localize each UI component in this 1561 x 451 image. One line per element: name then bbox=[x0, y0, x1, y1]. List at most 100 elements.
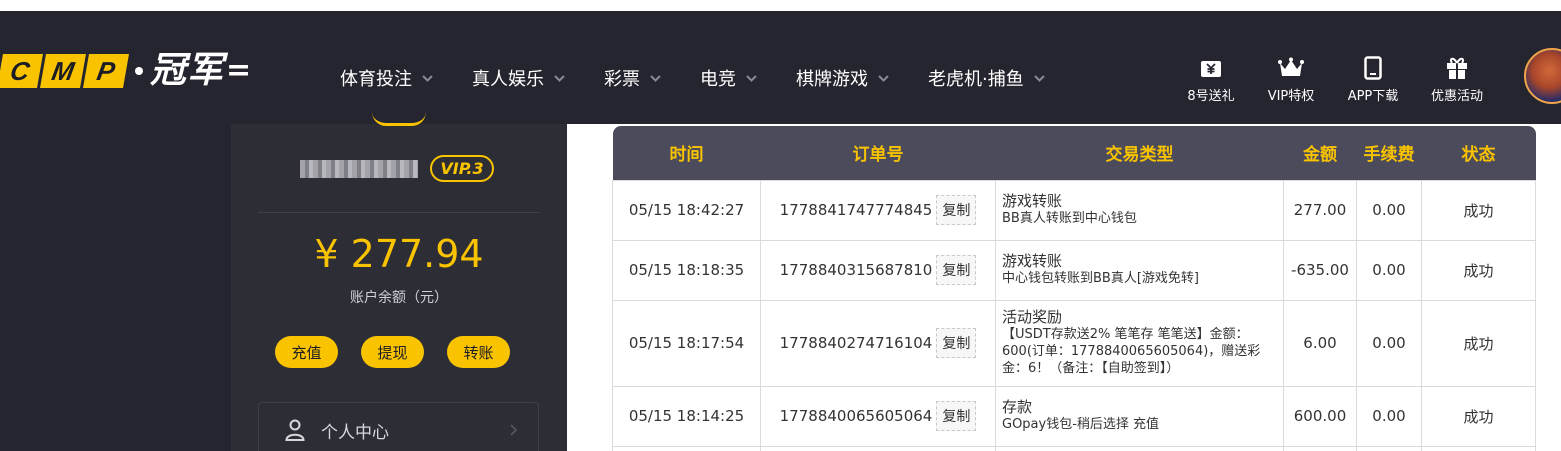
table-row: 05/15 18:18:35 1778840315687810 复制 游戏转账 中心… bbox=[612, 239, 1536, 301]
order-number: 1778840315687810 bbox=[779, 261, 933, 279]
menu-label: 体育投注 bbox=[340, 69, 412, 90]
logo-letter-c: C bbox=[0, 54, 43, 88]
sidebar-item-personal-center[interactable]: 个人中心 bbox=[258, 402, 539, 451]
top-navbar: C M P 冠军 = 体育投注 真人娱乐 彩票 电竞 棋牌游戏 老虎机·捕鱼 8… bbox=[0, 11, 1561, 124]
main-menu: 体育投注 真人娱乐 彩票 电竞 棋牌游戏 老虎机·捕鱼 bbox=[340, 65, 1084, 91]
column-header-status: 状态 bbox=[1421, 126, 1536, 180]
transaction-type: 活动奖励 bbox=[1002, 307, 1063, 326]
transaction-detail: 中心钱包转账到BB真人[游戏免转] bbox=[1002, 271, 1199, 287]
copy-button[interactable]: 复制 bbox=[936, 328, 977, 358]
tool-vip[interactable]: VIP特权 bbox=[1264, 55, 1318, 104]
menu-label: 真人娱乐 bbox=[472, 69, 544, 90]
user-avatar[interactable] bbox=[1524, 48, 1561, 104]
cell-empty bbox=[1356, 445, 1422, 451]
cell-amount: 277.00 bbox=[1283, 179, 1357, 241]
cell-empty bbox=[995, 445, 1284, 451]
tablet-icon bbox=[1364, 55, 1382, 81]
deposit-button[interactable]: 充值 bbox=[275, 336, 338, 368]
copy-button[interactable]: 复制 bbox=[936, 195, 977, 225]
cell-type: 存款 GOpay钱包-稍后选择 充值 bbox=[995, 385, 1284, 447]
menu-cards[interactable]: 棋牌游戏 bbox=[796, 65, 889, 91]
order-number: 1778841747774845 bbox=[779, 201, 933, 219]
chevron-right-icon bbox=[510, 421, 518, 441]
tool-promo[interactable]: 优惠活动 bbox=[1427, 55, 1487, 104]
order-number: 1778840274716104 bbox=[779, 334, 933, 352]
vip-badge: VIP.3 bbox=[430, 155, 494, 182]
transactions-table: 时间 订单号 交易类型 金额 手续费 状态 05/15 18:42:27 177… bbox=[612, 126, 1536, 451]
cell-order: 1778840274716104 复制 bbox=[760, 299, 996, 387]
menu-lottery[interactable]: 彩票 bbox=[604, 65, 661, 91]
cell-type: 活动奖励 【USDT存款送2% 笔笔存 笔笔送】金额：600(订单：1778840… bbox=[995, 299, 1284, 387]
copy-button[interactable]: 复制 bbox=[936, 255, 977, 285]
cell-status: 成功 bbox=[1421, 385, 1536, 447]
menu-label: 彩票 bbox=[604, 69, 640, 90]
cell-fee: 0.00 bbox=[1356, 179, 1422, 241]
chevron-down-icon bbox=[554, 74, 565, 82]
transaction-detail: BB真人转账到中心钱包 bbox=[1002, 211, 1137, 227]
table-header-row: 时间 订单号 交易类型 金额 手续费 状态 bbox=[612, 126, 1536, 180]
logo-letter-m: M bbox=[40, 54, 86, 88]
cell-empty bbox=[1421, 445, 1536, 451]
transfer-button[interactable]: 转账 bbox=[447, 336, 510, 368]
table-row: 05/15 18:42:27 1778841747774845 复制 游戏转账 BB… bbox=[612, 179, 1536, 241]
copy-button[interactable]: 复制 bbox=[936, 401, 977, 431]
column-header-type: 交易类型 bbox=[995, 126, 1284, 180]
table-row-partial bbox=[612, 445, 1536, 451]
tool-label: APP下载 bbox=[1347, 89, 1399, 104]
account-balance-label: 账户余额（元） bbox=[350, 290, 448, 306]
tool-app[interactable]: APP下载 bbox=[1343, 55, 1403, 104]
cell-time: 05/15 18:14:25 bbox=[612, 385, 761, 447]
logo-tail: = bbox=[226, 53, 252, 88]
transaction-type: 游戏转账 bbox=[1002, 191, 1063, 210]
logo[interactable]: C M P 冠军 = bbox=[0, 53, 251, 89]
cell-order: 1778841747774845 复制 bbox=[760, 179, 996, 241]
cell-amount: 6.00 bbox=[1283, 299, 1357, 387]
chevron-down-icon bbox=[650, 74, 661, 82]
user-icon bbox=[285, 419, 305, 441]
cell-time: 05/15 18:17:54 bbox=[612, 299, 761, 387]
tool-label: 优惠活动 bbox=[1430, 89, 1483, 104]
transaction-detail: GOpay钱包-稍后选择 充值 bbox=[1002, 417, 1160, 433]
account-actions: 充值 提现 转账 bbox=[275, 336, 533, 368]
yen-gift-icon bbox=[1200, 55, 1222, 81]
chevron-down-icon bbox=[878, 74, 889, 82]
tool-gift-8[interactable]: 8号送礼 bbox=[1185, 55, 1237, 104]
column-header-time: 时间 bbox=[612, 126, 761, 180]
menu-label: 电竞 bbox=[700, 69, 736, 90]
cell-status: 成功 bbox=[1421, 299, 1536, 387]
column-header-amount: 金额 bbox=[1283, 126, 1357, 180]
transaction-type: 存款 bbox=[1002, 397, 1033, 416]
cell-time: 05/15 18:18:35 bbox=[612, 239, 761, 301]
logo-letter-p: P bbox=[83, 54, 129, 88]
menu-slots[interactable]: 老虎机·捕鱼 bbox=[928, 65, 1045, 91]
transaction-detail: 【USDT存款送2% 笔笔存 笔笔送】金额：600(订单：17788400656… bbox=[1002, 327, 1261, 377]
chevron-down-icon bbox=[1034, 74, 1045, 82]
tool-label: 8号送礼 bbox=[1187, 89, 1235, 104]
withdraw-button[interactable]: 提现 bbox=[361, 336, 424, 368]
order-number: 1778840065605064 bbox=[779, 407, 933, 425]
tool-label: VIP特权 bbox=[1267, 89, 1315, 104]
menu-label: 棋牌游戏 bbox=[796, 69, 868, 90]
cell-fee: 0.00 bbox=[1356, 385, 1422, 447]
cell-empty bbox=[760, 445, 996, 451]
crown-icon bbox=[1278, 55, 1304, 81]
menu-label: 老虎机·捕鱼 bbox=[928, 69, 1024, 90]
chevron-down-icon bbox=[422, 74, 433, 82]
username: **** bbox=[300, 160, 418, 178]
cell-status: 成功 bbox=[1421, 239, 1536, 301]
profile-avatar-edge bbox=[372, 112, 426, 126]
cell-time: 05/15 18:42:27 bbox=[612, 179, 761, 241]
menu-live[interactable]: 真人娱乐 bbox=[472, 65, 565, 91]
menu-esports[interactable]: 电竞 bbox=[700, 65, 757, 91]
logo-dot bbox=[135, 67, 143, 75]
cell-fee: 0.00 bbox=[1356, 239, 1422, 301]
menu-sports[interactable]: 体育投注 bbox=[340, 65, 433, 91]
cell-type: 游戏转账 BB真人转账到中心钱包 bbox=[995, 179, 1284, 241]
cell-fee: 0.00 bbox=[1356, 299, 1422, 387]
account-balance: ¥ 277.94 bbox=[314, 232, 484, 276]
top-strip bbox=[0, 0, 1561, 11]
cell-type: 游戏转账 中心钱包转账到BB真人[游戏免转] bbox=[995, 239, 1284, 301]
transaction-type: 游戏转账 bbox=[1002, 251, 1063, 270]
header-tools: 8号送礼 VIP特权 APP下载 优惠活动 bbox=[1185, 55, 1487, 104]
chevron-down-icon bbox=[746, 74, 757, 82]
